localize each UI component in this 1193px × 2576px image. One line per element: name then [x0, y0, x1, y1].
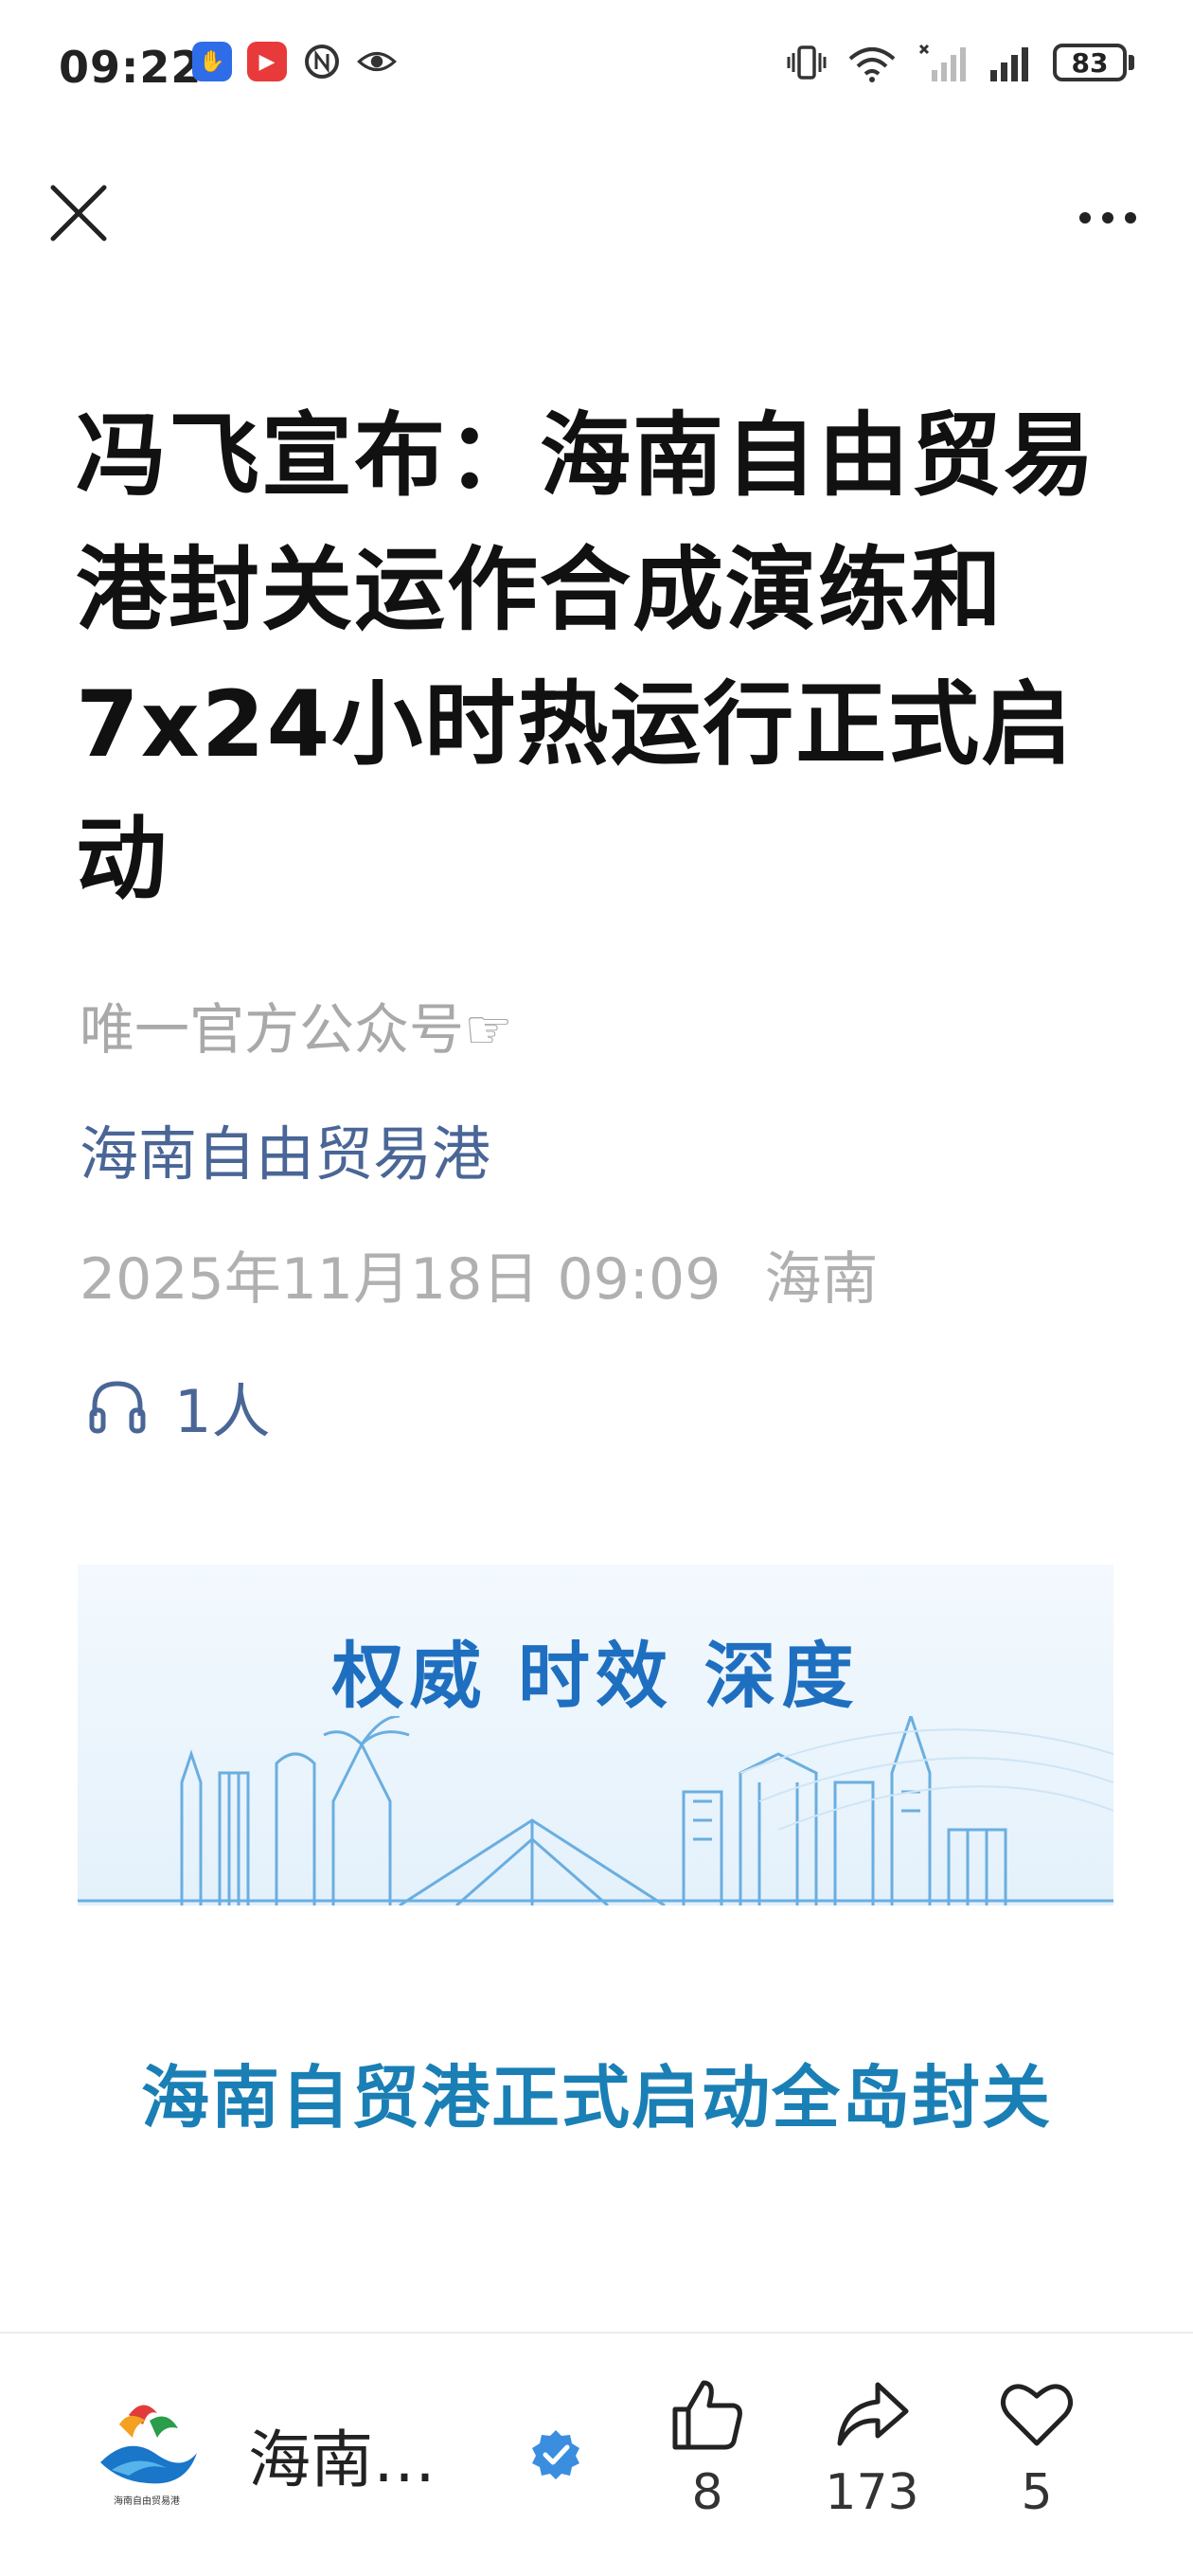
publish-info: 2025年11月18日 09:09 海南	[80, 1233, 878, 1315]
account-avatar[interactable]: 海南自由贸易港	[91, 2396, 203, 2513]
listen-button[interactable]: 1人	[87, 1364, 270, 1449]
battery-icon: 83	[1053, 44, 1134, 81]
account-name-short[interactable]: 海南…	[248, 2409, 436, 2500]
status-bar: 09:22 ✋ ▶ 83	[0, 0, 1193, 142]
favorite-count: 5	[1021, 2464, 1053, 2521]
more-button[interactable]	[1060, 189, 1155, 246]
app-red-icon: ▶	[247, 42, 287, 81]
account-link[interactable]: 海南自由贸易港	[80, 1106, 490, 1191]
article-subheading: 海南自贸港正式启动全岛封关	[140, 2058, 1052, 2138]
verified-badge-icon	[532, 2430, 579, 2479]
heart-icon	[1001, 2384, 1073, 2446]
bottom-action-bar: 海南自由贸易港 海南… 8 173 5	[0, 2332, 1193, 2576]
notification-icons: ✋ ▶	[192, 42, 397, 81]
city-skyline-illustration	[78, 1716, 1113, 1905]
wifi-icon	[848, 47, 896, 82]
app-blue-icon: ✋	[192, 42, 232, 81]
article-tagline: 唯一官方公众号☞	[80, 997, 513, 1062]
headphones-icon	[89, 1381, 146, 1434]
listener-count: 1人	[174, 1377, 271, 1446]
svg-text:海南自由贸易港: 海南自由贸易港	[114, 2495, 180, 2507]
publish-date: 2025年11月18日 09:09	[80, 1246, 721, 1313]
banner-slogan: 权威 时效 深度	[331, 1634, 860, 1718]
hainan-ftp-logo-icon: 海南自由贸易港	[100, 2405, 197, 2507]
signal-sim2-icon	[918, 44, 966, 81]
share-arrow-icon	[837, 2382, 909, 2446]
vibrate-icon	[787, 45, 827, 80]
nfc-icon	[302, 42, 342, 81]
status-time: 09:22	[59, 42, 203, 93]
article-title: 冯飞宣布：海南自由贸易港封关运作合成演练和7x24小时热运行正式启动	[76, 402, 1096, 912]
battery-level: 83	[1053, 44, 1127, 81]
publish-location: 海南	[764, 1246, 879, 1313]
close-button[interactable]	[45, 180, 112, 246]
signal-sim1-icon	[990, 47, 1028, 81]
system-icons: 83	[786, 42, 1134, 83]
like-button[interactable]: 8	[646, 2377, 769, 2521]
like-count: 8	[691, 2464, 723, 2521]
share-count: 173	[825, 2464, 919, 2521]
share-button[interactable]: 173	[810, 2377, 934, 2521]
article-banner-image: 权威 时效 深度	[78, 1565, 1113, 1905]
thumbs-up-icon	[672, 2380, 742, 2450]
more-icon	[1079, 212, 1091, 224]
eye-icon	[357, 42, 397, 81]
close-icon	[50, 185, 107, 242]
favorite-button[interactable]: 5	[975, 2377, 1098, 2521]
